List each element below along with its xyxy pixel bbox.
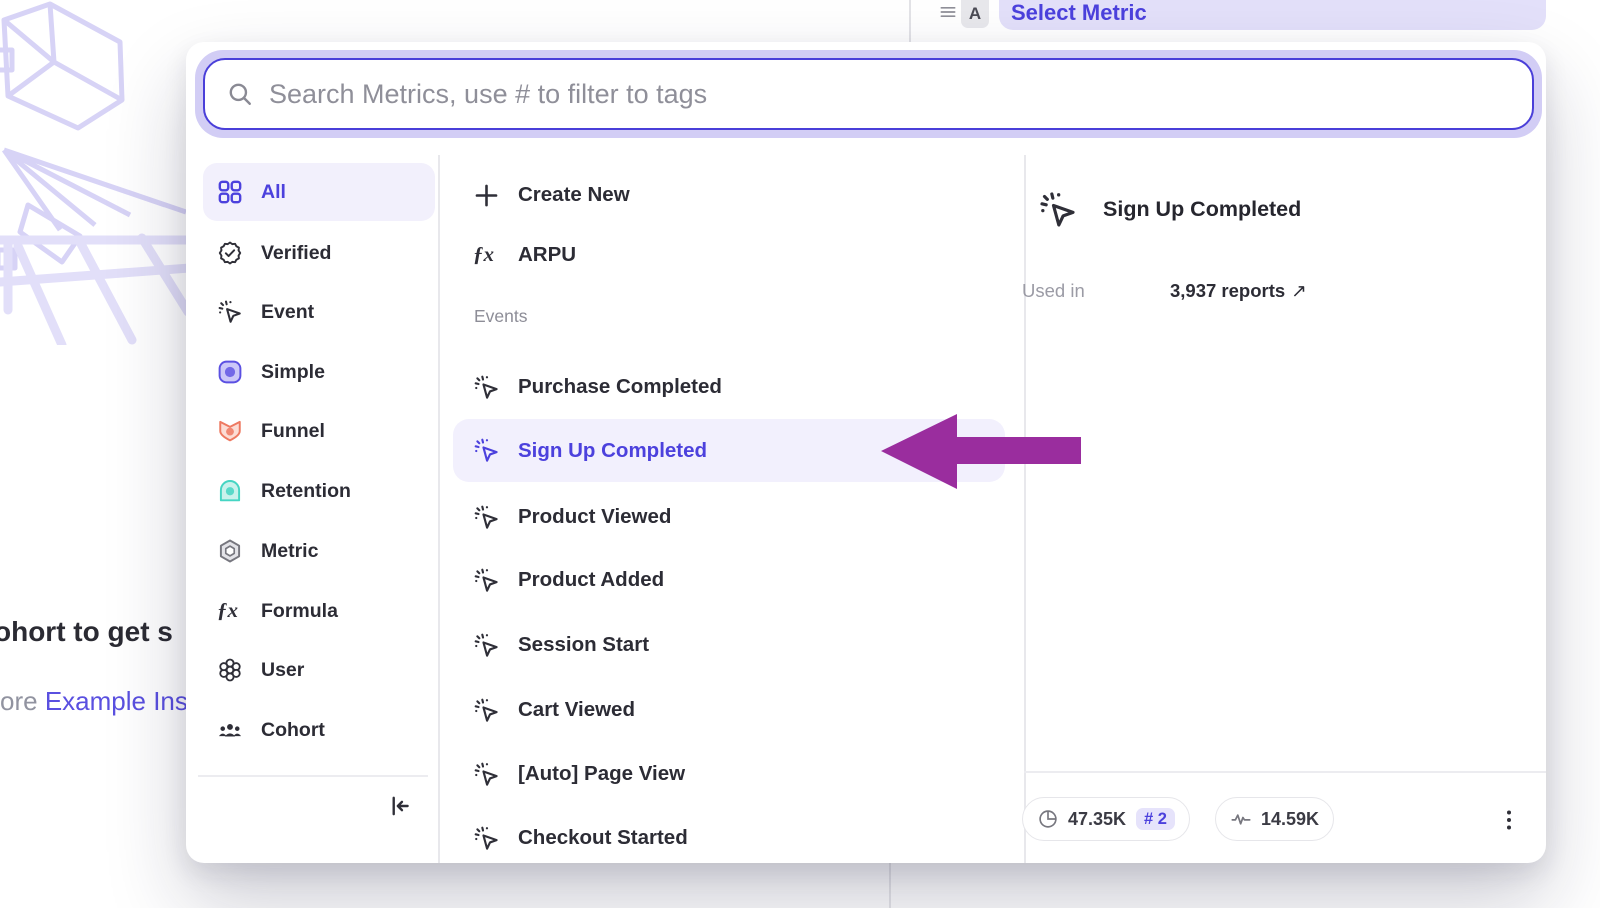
search-input[interactable]: [269, 79, 1532, 110]
cohort-people-icon: [217, 717, 243, 743]
sidebar-item-label: User: [261, 659, 304, 682]
pulse-icon: [1230, 808, 1252, 830]
select-metric-field[interactable]: Select Metric: [999, 0, 1546, 30]
sidebar-divider: [198, 775, 428, 777]
event-cursor-icon: [217, 299, 243, 325]
sidebar-item-simple[interactable]: Simple: [203, 343, 435, 401]
used-in-label: Used in: [1022, 280, 1085, 302]
metric-picker-modal: All Verified Event Simple Funnel Retenti…: [186, 42, 1546, 863]
list-item-product-viewed[interactable]: Product Viewed: [453, 488, 1005, 546]
link-prefix-text: ore: [0, 686, 45, 716]
panel-divider-bottom: [889, 863, 891, 908]
grid-icon: [217, 179, 243, 205]
collapse-left-icon: [387, 793, 413, 819]
list-item-product-added[interactable]: Product Added: [453, 551, 1005, 609]
search-icon: [227, 81, 253, 107]
pie-chart-icon: [1037, 808, 1059, 830]
sidebar-item-user[interactable]: User: [203, 641, 435, 699]
list-item-checkout-started[interactable]: Checkout Started: [453, 809, 1005, 863]
event-cursor-icon: [473, 374, 500, 401]
event-cursor-icon: [473, 437, 500, 464]
metric-series-chip: A: [961, 0, 989, 28]
stat-badge-total[interactable]: 47.35K # 2: [1022, 797, 1190, 841]
sidebar-item-label: Retention: [261, 480, 351, 503]
collapse-sidebar-button[interactable]: [384, 790, 416, 822]
sidebar-item-retention[interactable]: Retention: [203, 462, 435, 520]
sidebar-item-label: Simple: [261, 361, 325, 384]
event-cursor-icon: [473, 632, 500, 659]
event-cursor-icon: [473, 697, 500, 724]
list-detail-divider: [1024, 155, 1026, 863]
event-cursor-icon: [473, 567, 500, 594]
example-insights-link[interactable]: Example Ins: [45, 686, 188, 716]
events-section-header: Events: [474, 306, 528, 327]
sidebar-item-cohort[interactable]: Cohort: [203, 701, 435, 759]
create-new-button[interactable]: Create New: [453, 166, 1005, 224]
event-cursor-icon: [473, 825, 500, 852]
sidebar-list-divider: [438, 155, 440, 863]
funnel-metric-icon: [217, 418, 243, 444]
list-item-arpu[interactable]: ƒx ARPU: [453, 226, 1005, 284]
list-item-label: Product Added: [518, 568, 664, 592]
search-field[interactable]: [203, 58, 1534, 130]
sidebar-item-label: All: [261, 181, 286, 204]
sidebar-item-funnel[interactable]: Funnel: [203, 402, 435, 460]
create-new-label: Create New: [518, 183, 630, 207]
external-link-icon: ↗: [1291, 280, 1307, 301]
user-cluster-icon: [217, 657, 243, 683]
used-in-value: 3,937 reports: [1170, 280, 1285, 301]
list-item-label: Cart Viewed: [518, 698, 635, 722]
verified-badge-icon: [217, 240, 243, 266]
detail-title: Sign Up Completed: [1103, 197, 1301, 222]
background-headline-partial: ohort to get s: [0, 616, 173, 648]
list-item-label: Purchase Completed: [518, 375, 722, 399]
event-cursor-icon: [473, 504, 500, 531]
list-item-auto-page-view[interactable]: [Auto] Page View: [453, 745, 1005, 803]
sidebar-item-all[interactable]: All: [203, 163, 435, 221]
event-cursor-icon: [1038, 190, 1078, 230]
sidebar-item-formula[interactable]: ƒx Formula: [203, 582, 435, 640]
retention-metric-icon: [217, 478, 243, 504]
list-item-label: [Auto] Page View: [518, 762, 685, 786]
sidebar-item-label: Verified: [261, 242, 331, 265]
metric-hexagon-icon: [217, 538, 243, 564]
stat-badge-trend[interactable]: 14.59K: [1215, 797, 1334, 841]
list-item-label: Session Start: [518, 633, 649, 657]
stat-value: 47.35K: [1068, 809, 1126, 830]
sidebar-item-label: Metric: [261, 540, 318, 563]
list-item-label: ARPU: [518, 243, 576, 267]
stat-value: 14.59K: [1261, 809, 1319, 830]
decorative-wireframe-art: [0, 0, 190, 345]
select-metric-label: Select Metric: [1011, 2, 1147, 24]
list-item-sign-up-completed[interactable]: Sign Up Completed: [453, 419, 1005, 482]
sidebar-item-label: Formula: [261, 600, 338, 623]
sidebar-item-label: Funnel: [261, 420, 325, 443]
sidebar-item-event[interactable]: Event: [203, 283, 435, 341]
sidebar-item-label: Event: [261, 301, 314, 324]
formula-fx-icon: ƒx: [473, 242, 500, 269]
list-item-label: Product Viewed: [518, 505, 671, 529]
detail-footer-divider: [1024, 771, 1546, 773]
event-cursor-icon: [473, 761, 500, 788]
list-item-purchase-completed[interactable]: Purchase Completed: [453, 358, 1005, 416]
simple-metric-icon: [217, 359, 243, 385]
plus-icon: [473, 182, 500, 209]
sidebar-item-metric[interactable]: Metric: [203, 522, 435, 580]
list-item-label: Checkout Started: [518, 826, 688, 850]
drag-handle-icon[interactable]: [938, 2, 958, 22]
sidebar-item-label: Cohort: [261, 719, 325, 742]
used-in-reports-link[interactable]: 3,937 reports ↗: [1170, 280, 1307, 302]
background-link-line: ore Example Ins: [0, 686, 188, 717]
kebab-menu-icon: [1497, 808, 1521, 832]
sidebar-item-verified[interactable]: Verified: [203, 224, 435, 282]
list-item-label: Sign Up Completed: [518, 439, 707, 463]
more-options-button[interactable]: [1491, 800, 1527, 840]
list-item-session-start[interactable]: Session Start: [453, 616, 1005, 674]
formula-fx-icon: ƒx: [217, 598, 243, 624]
stat-rank-badge: # 2: [1136, 808, 1175, 831]
panel-divider-top: [909, 0, 911, 46]
list-item-cart-viewed[interactable]: Cart Viewed: [453, 681, 1005, 739]
